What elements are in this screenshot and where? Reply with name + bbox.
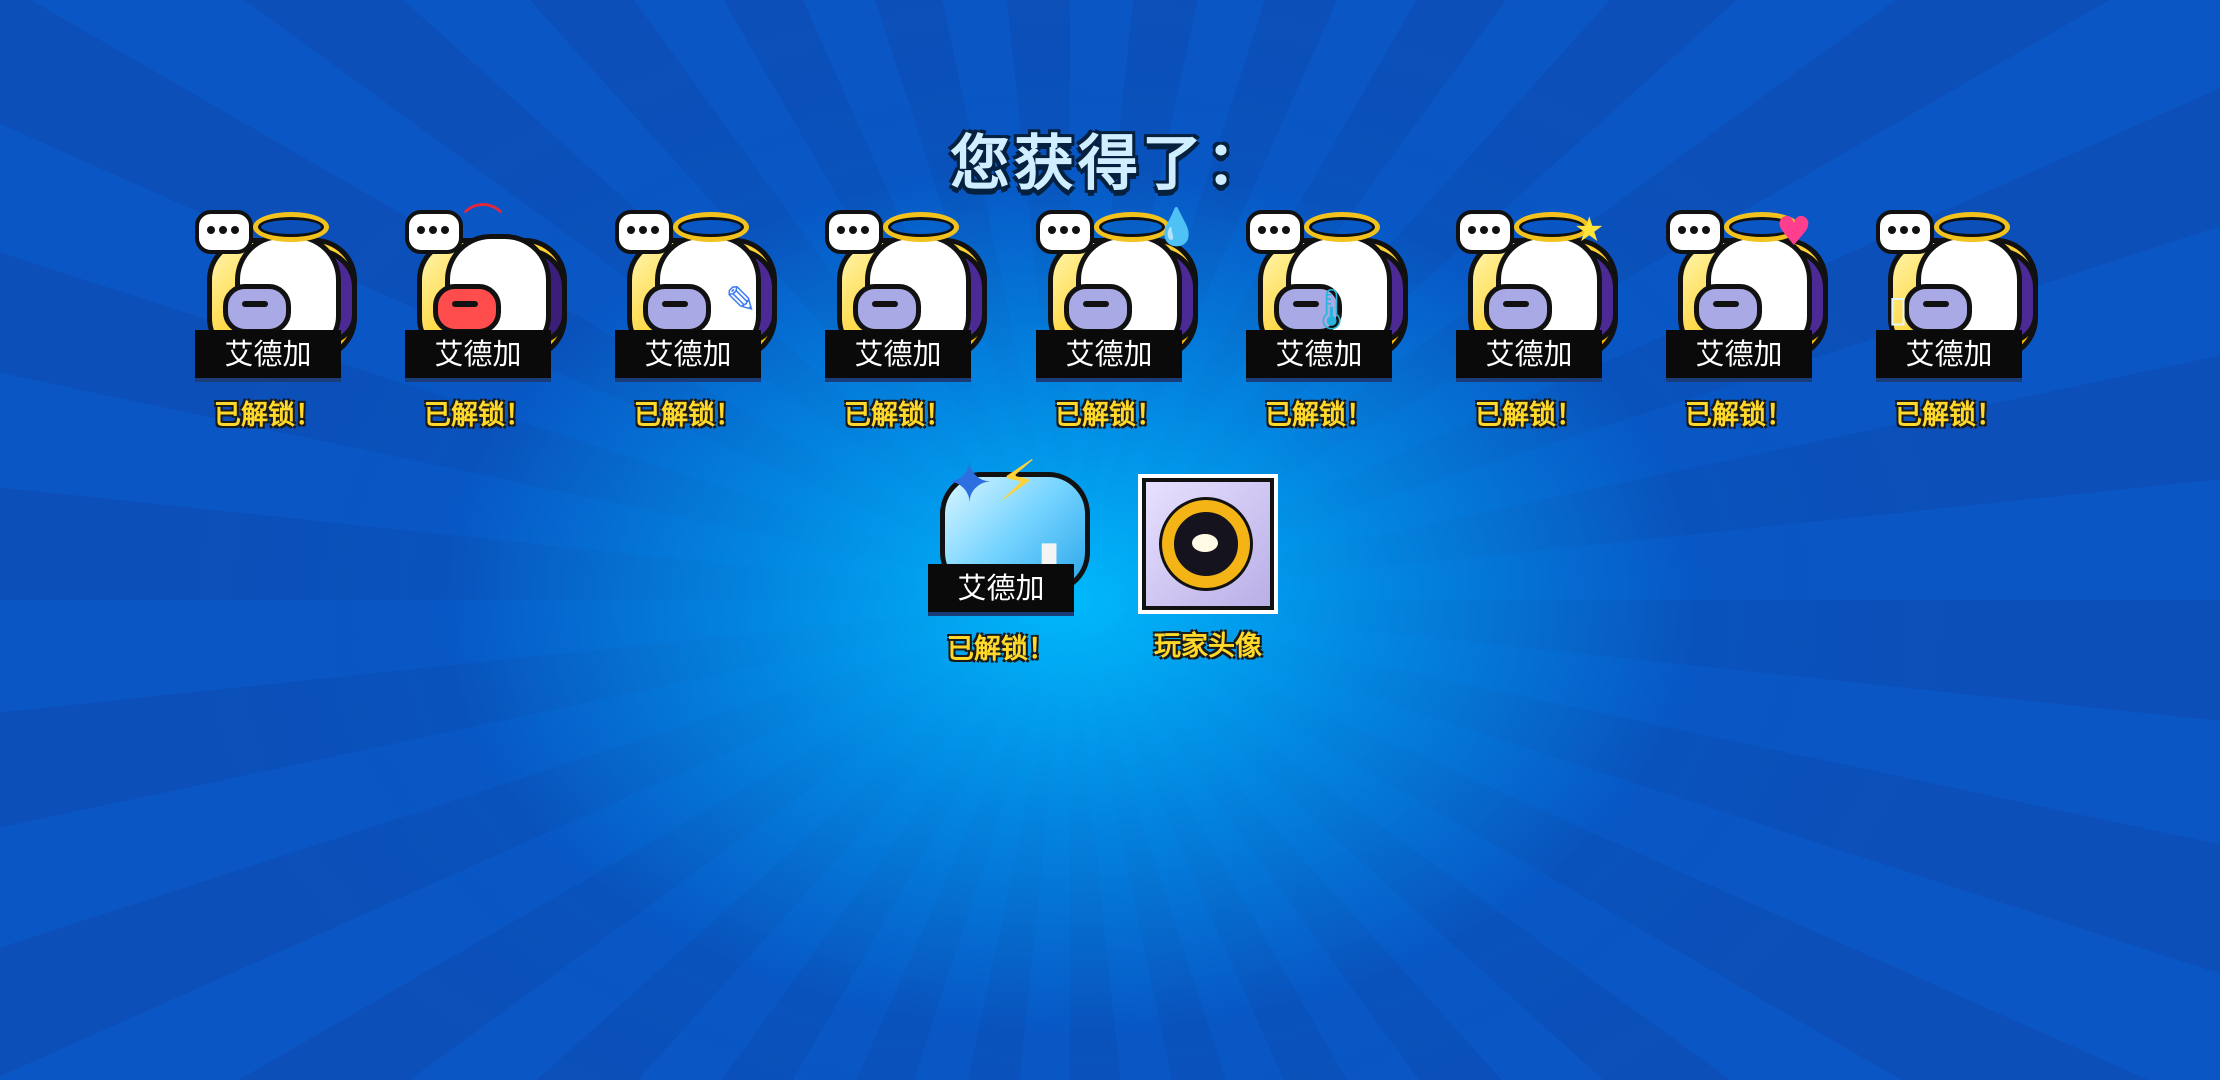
pin-name: 艾德加 [615, 330, 761, 382]
unlock-status: 已解锁！ [844, 400, 952, 431]
pin-name: 艾德加 [405, 330, 551, 382]
pin-name: 艾德加 [1456, 330, 1602, 382]
pin-name: 艾德加 [1246, 330, 1392, 382]
reward-pin-3[interactable]: ✎ 艾德加 已解锁！ [590, 200, 777, 440]
unlock-status: 已解锁！ [947, 634, 1055, 665]
reward-pin-6[interactable]: 🌡 艾德加 已解锁！ [1221, 200, 1408, 440]
pin-name: 艾德加 [825, 330, 971, 382]
golden-eye-avatar-icon [1138, 474, 1278, 614]
pin-name: 艾德加 [1876, 330, 2022, 382]
reward-pin-5[interactable]: 💧 艾德加 已解锁！ [1011, 200, 1199, 440]
pin-name: 艾德加 [928, 564, 1074, 616]
pin-name: 艾德加 [195, 330, 341, 382]
pin-name: 艾德加 [1036, 330, 1182, 382]
unlock-status: 已解锁！ [1055, 400, 1163, 431]
reward-player-avatar[interactable]: 玩家头像 [1100, 474, 1316, 714]
reward-pin-2[interactable]: ⌒ ☁ 艾德加 已解锁！ [380, 200, 567, 440]
unlock-status: 已解锁！ [1685, 400, 1793, 431]
reward-pin-9[interactable]: ▯ 艾德加 已解锁！ [1851, 200, 2038, 440]
avatar-label: 玩家头像 [1154, 631, 1262, 662]
reward-pin-7[interactable]: ★ 艾德加 已解锁！ [1431, 200, 1618, 440]
reward-pin-10[interactable]: ✦ ⚡ ▮ 艾德加 已解锁！ [903, 434, 1090, 674]
unlock-status: 已解锁！ [1895, 400, 2003, 431]
unlock-status: 已解锁！ [1265, 400, 1373, 431]
reward-pin-8[interactable]: ♥ 艾德加 已解锁！ [1641, 200, 1828, 440]
unlock-status: 已解锁！ [1475, 400, 1583, 431]
reward-pin-4[interactable]: 艾德加 已解锁！ [800, 200, 987, 440]
unlock-status: 已解锁！ [634, 400, 742, 431]
pin-name: 艾德加 [1666, 330, 1812, 382]
unlock-status: 已解锁！ [214, 400, 322, 431]
unlock-status: 已解锁！ [424, 400, 532, 431]
reward-pin-1[interactable]: 艾德加 已解锁！ [170, 200, 357, 440]
reward-title: 您获得了： [950, 129, 1270, 199]
